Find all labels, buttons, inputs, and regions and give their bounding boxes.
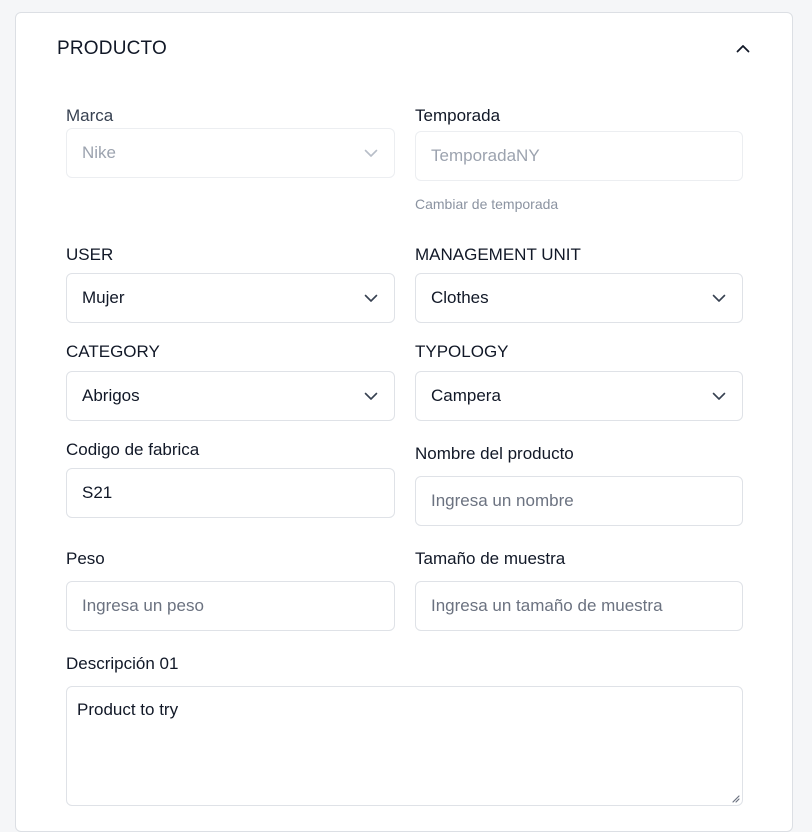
codigo-fabrica-label: Codigo de fabrica <box>66 440 200 459</box>
temporada-value: TemporadaNY <box>431 146 540 165</box>
chevron-down-icon <box>711 388 727 404</box>
category-select[interactable]: Abrigos <box>66 371 395 421</box>
management-unit-value: Clothes <box>431 288 489 307</box>
temporada-input[interactable]: TemporadaNY <box>415 131 743 181</box>
management-unit-select[interactable]: Clothes <box>415 273 743 323</box>
chevron-down-icon <box>363 388 379 404</box>
temporada-label: Temporada <box>415 106 501 125</box>
peso-placeholder: Ingresa un peso <box>82 596 204 615</box>
typology-label: TYPOLOGY <box>415 342 509 361</box>
marca-label: Marca <box>66 106 114 125</box>
peso-label: Peso <box>66 549 105 568</box>
nombre-producto-label: Nombre del producto <box>415 444 574 463</box>
tamano-muestra-input[interactable]: Ingresa un tamaño de muestra <box>415 581 743 631</box>
descripcion-value: Product to try <box>77 700 179 719</box>
marca-value: Nike <box>82 143 117 162</box>
peso-input[interactable]: Ingresa un peso <box>66 581 395 631</box>
user-value: Mujer <box>82 288 125 307</box>
resize-grip-icon[interactable] <box>730 793 740 803</box>
product-card: PRODUCTO Marca Nike Temporada TemporadaN… <box>15 12 793 832</box>
collapse-button[interactable] <box>732 37 754 59</box>
chevron-down-icon <box>363 290 379 306</box>
category-label: CATEGORY <box>66 342 160 361</box>
cambiar-temporada-link[interactable]: Cambiar de temporada <box>415 196 558 212</box>
tamano-muestra-placeholder: Ingresa un tamaño de muestra <box>431 596 663 615</box>
marca-select[interactable]: Nike <box>66 128 395 178</box>
user-label: USER <box>66 245 114 264</box>
descripcion-textarea[interactable]: Product to try <box>66 686 743 806</box>
user-select[interactable]: Mujer <box>66 273 395 323</box>
nombre-producto-placeholder: Ingresa un nombre <box>431 491 574 510</box>
management-unit-label: MANAGEMENT UNIT <box>415 245 581 264</box>
typology-select[interactable]: Campera <box>415 371 743 421</box>
codigo-fabrica-value: S21 <box>82 483 113 502</box>
codigo-fabrica-input[interactable]: S21 <box>66 468 395 518</box>
category-value: Abrigos <box>82 386 140 405</box>
nombre-producto-input[interactable]: Ingresa un nombre <box>415 476 743 526</box>
chevron-down-icon <box>363 145 379 161</box>
section-title: PRODUCTO <box>57 38 167 59</box>
chevron-down-icon <box>711 290 727 306</box>
tamano-muestra-label: Tamaño de muestra <box>415 549 566 568</box>
descripcion-label: Descripción 01 <box>66 654 179 673</box>
chevron-up-icon <box>736 44 750 52</box>
typology-value: Campera <box>431 386 501 405</box>
